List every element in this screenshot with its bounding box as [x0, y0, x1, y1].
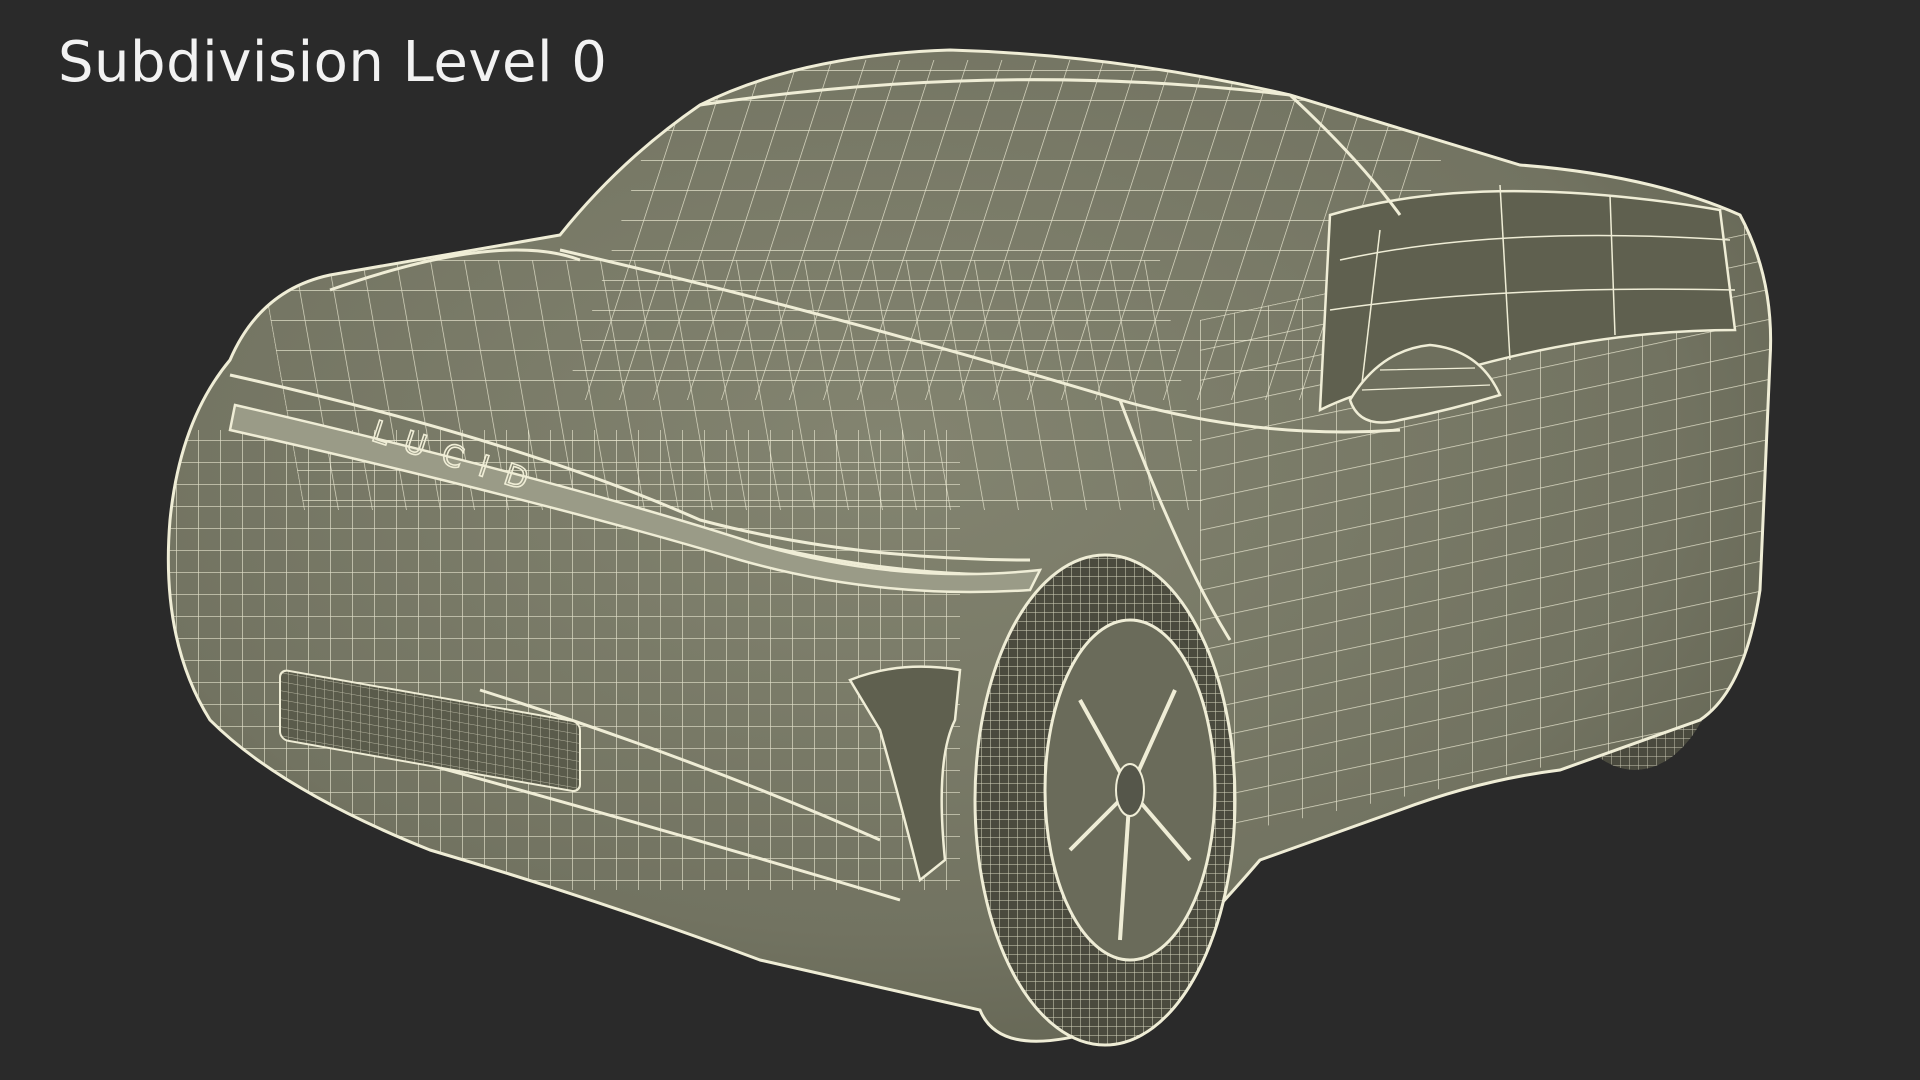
wheel-hub — [1115, 763, 1145, 817]
car-body: LUCID — [166, 48, 1773, 1043]
front-wheel — [973, 553, 1237, 1047]
render-viewport: Subdivision Level 0 LUCID — [0, 0, 1920, 1080]
car-wireframe: LUCID — [166, 48, 1773, 1047]
